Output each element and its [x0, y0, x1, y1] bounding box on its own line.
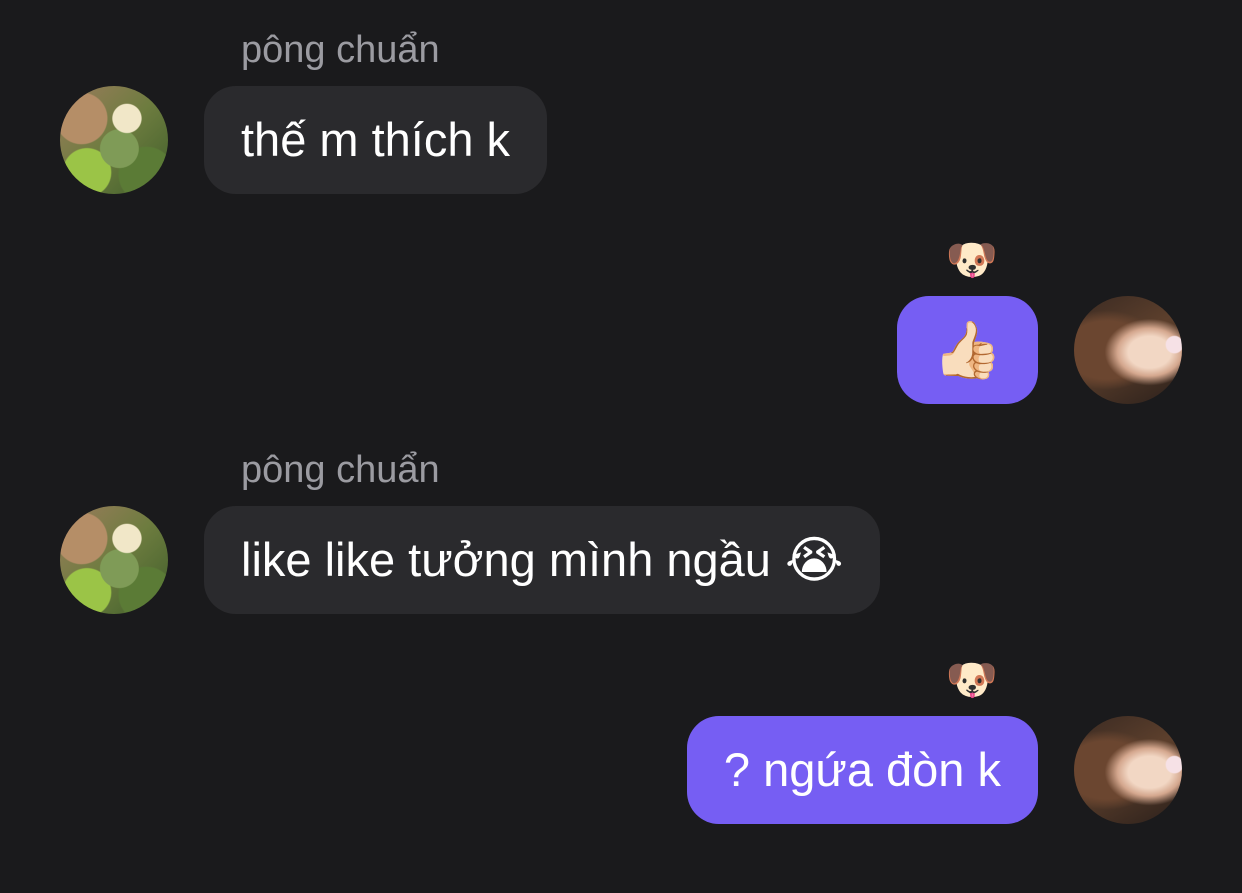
user-avatar[interactable]: [1074, 716, 1182, 824]
sender-name: pông chuẩn: [241, 449, 440, 491]
message-bubble-outgoing[interactable]: ? ngứa đòn k: [686, 716, 1038, 824]
message-bubble-outgoing[interactable]: 👍🏻: [897, 296, 1038, 404]
user-avatar[interactable]: [1074, 296, 1182, 404]
sender-name: pông chuẩn: [241, 29, 440, 71]
message-text: thế m thích k: [241, 113, 511, 166]
sender-avatar[interactable]: [60, 506, 168, 614]
message-bubble-incoming[interactable]: like like tưởng mình ngầu 😭: [204, 506, 881, 614]
dog-reaction-icon[interactable]: 🐶: [944, 656, 1000, 704]
crying-face-icon: 😭: [784, 532, 844, 588]
message-text: ? ngứa đòn k: [723, 743, 1001, 796]
message-bubble-incoming[interactable]: thế m thích k: [204, 86, 548, 194]
dog-reaction-icon[interactable]: 🐶: [944, 236, 1000, 284]
chat-thread: pông chuẩn thế m thích k 🐶 👍🏻 pông chuẩn…: [0, 0, 1242, 893]
sender-avatar[interactable]: [60, 86, 168, 194]
thumbs-up-icon: 👍🏻: [932, 318, 1003, 381]
message-text: like like tưởng mình ngầu: [241, 533, 771, 586]
